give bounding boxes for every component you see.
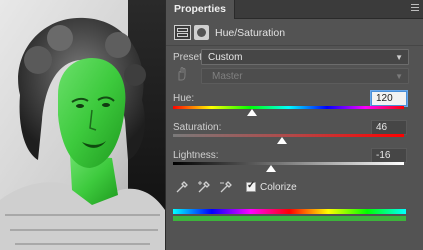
canvas-photo xyxy=(0,0,165,250)
eyedropper-plus-icon[interactable] xyxy=(197,180,211,194)
hue-slider-thumb[interactable] xyxy=(247,109,257,116)
lightness-slider-track[interactable] xyxy=(173,162,404,165)
panel-menu-icon[interactable] xyxy=(411,4,419,12)
input-color-bar xyxy=(173,209,406,214)
targeted-adjust-hand-icon[interactable] xyxy=(176,67,188,81)
channel-value: Master xyxy=(212,71,243,82)
hue-label: Hue: xyxy=(173,93,195,104)
hue-slider-track[interactable] xyxy=(173,106,404,109)
properties-panel: Properties Hue/Saturation Preset: Custom… xyxy=(165,0,423,250)
lightness-value-input[interactable]: -16 xyxy=(371,148,407,163)
preset-value: Custom xyxy=(208,52,243,63)
tab-properties[interactable]: Properties xyxy=(166,0,235,19)
saturation-value-input[interactable]: 46 xyxy=(371,120,407,135)
channel-dropdown[interactable]: Master ▼ xyxy=(201,68,409,84)
lightness-slider-thumb[interactable] xyxy=(266,165,276,172)
adjustment-layer-icon[interactable] xyxy=(174,25,191,40)
output-color-bar xyxy=(173,216,406,221)
panel-tabbar: Properties xyxy=(166,0,423,19)
portrait-image xyxy=(0,0,165,250)
colorize-label: Colorize xyxy=(260,182,297,193)
mask-icon[interactable] xyxy=(194,25,209,40)
preset-label: Preset: xyxy=(173,52,205,63)
eyedropper-minus-icon[interactable] xyxy=(219,180,233,194)
eyedropper-icon[interactable] xyxy=(175,180,189,194)
saturation-slider-track[interactable] xyxy=(173,134,404,137)
lightness-label: Lightness: xyxy=(173,150,219,161)
checkmark-icon: ✓ xyxy=(247,180,256,191)
adjustment-header: Hue/Saturation xyxy=(166,19,423,46)
saturation-label: Saturation: xyxy=(173,122,222,133)
chevron-down-icon: ▼ xyxy=(395,72,403,81)
colorize-checkbox[interactable]: ✓ xyxy=(246,180,256,192)
adjustment-title: Hue/Saturation xyxy=(215,27,286,39)
saturation-slider-thumb[interactable] xyxy=(277,137,287,144)
chevron-down-icon: ▼ xyxy=(395,53,403,62)
preset-dropdown[interactable]: Custom ▼ xyxy=(201,49,409,65)
hue-value-input[interactable]: 120 xyxy=(371,91,407,106)
